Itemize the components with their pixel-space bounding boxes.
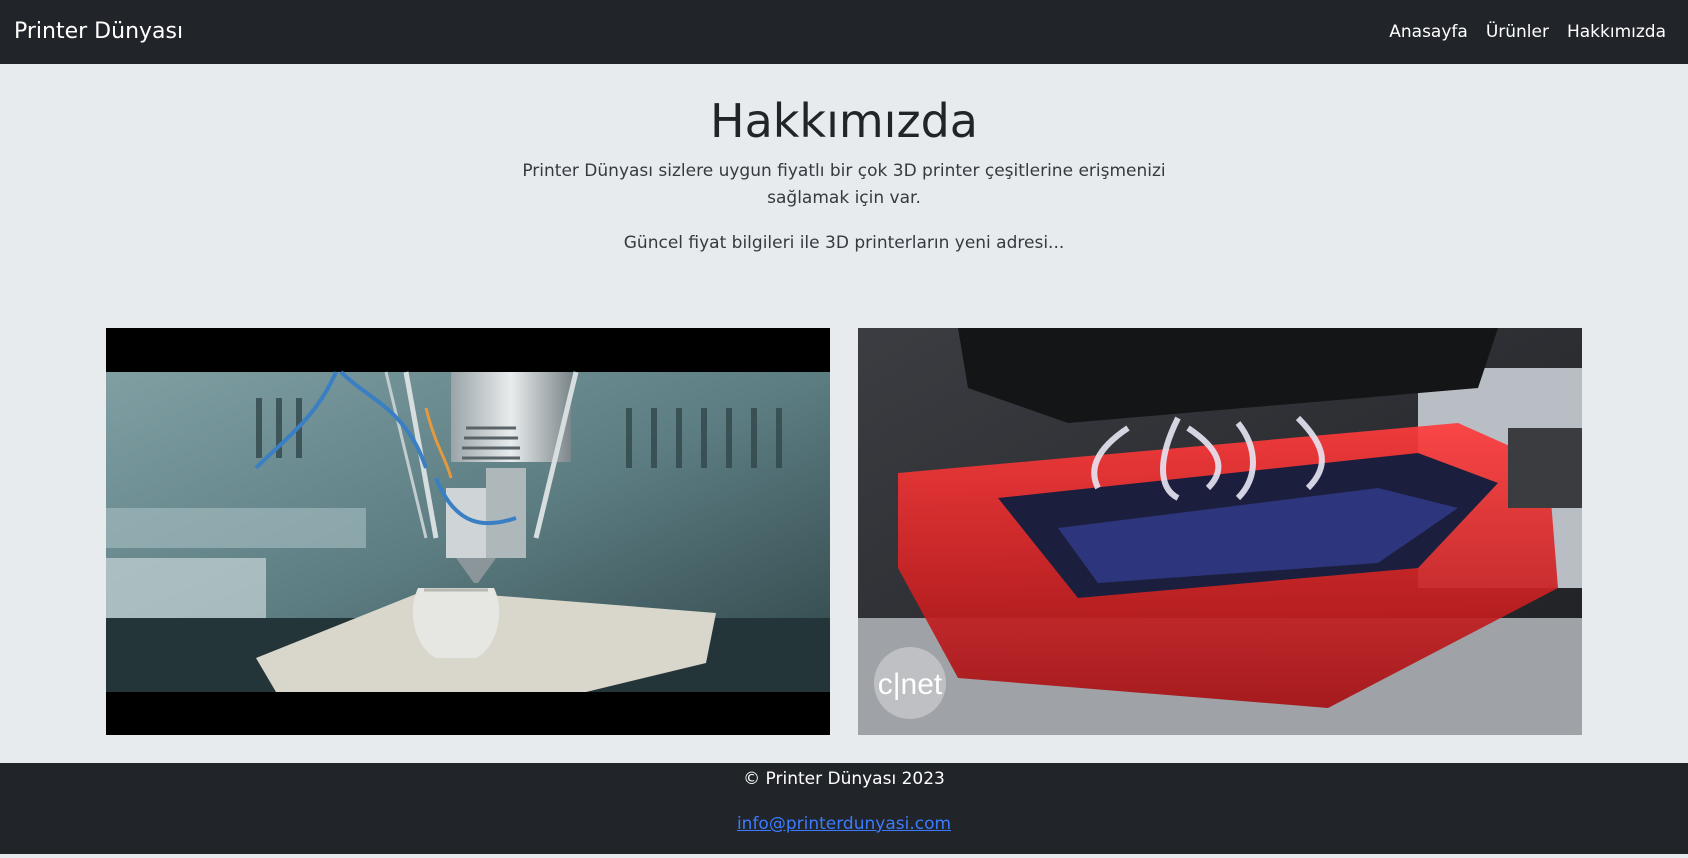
nav-link-anasayfa[interactable]: Anasayfa: [1389, 21, 1468, 43]
page-footer: © Printer Dünyası 2023 info@printerdunya…: [0, 763, 1688, 854]
nav-link-urunler[interactable]: Ürünler: [1486, 21, 1549, 43]
brand-link[interactable]: Printer Dünyası: [14, 18, 183, 46]
about-section: Hakkımızda Printer Dünyası sizlere uygun…: [0, 64, 1688, 763]
about-description: Printer Dünyası sizlere uygun fiyatlı bi…: [522, 161, 1166, 208]
page-title: Hakkımızda: [710, 94, 978, 148]
printer-animation-resin: c|net: [858, 328, 1582, 735]
nav-link-hakkimizda[interactable]: Hakkımızda: [1567, 21, 1666, 43]
top-navbar: Printer Dünyası Anasayfa Ürünler Hakkımı…: [0, 0, 1688, 64]
footer-email: info@printerdunyasi.com: [0, 812, 1688, 836]
fdm-printer-image: [106, 328, 830, 735]
footer-email-link[interactable]: info@printerdunyasi.com: [737, 814, 951, 834]
cnet-watermark: c|net: [878, 668, 943, 701]
nav-links: Anasayfa Ürünler Hakkımızda: [1389, 21, 1666, 43]
resin-printer-image: c|net: [858, 328, 1582, 735]
about-subtitle: Güncel fiyat bilgileri ile 3D printerlar…: [623, 233, 1065, 253]
printer-animation-fdm: [106, 328, 830, 735]
footer-copyright: © Printer Dünyası 2023: [743, 769, 945, 789]
